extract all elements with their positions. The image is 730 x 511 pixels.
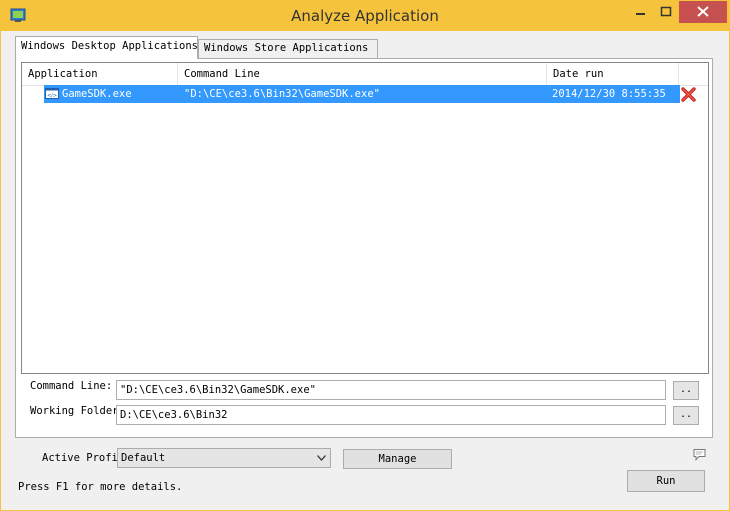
minimize-button[interactable] bbox=[627, 1, 653, 23]
minimize-icon bbox=[636, 13, 645, 15]
active-profile-select[interactable]: Default bbox=[117, 448, 331, 468]
maximize-button[interactable] bbox=[653, 1, 679, 23]
window-title: Analyze Application bbox=[291, 7, 439, 25]
tab-windows-store-applications[interactable]: Windows Store Applications bbox=[198, 39, 378, 58]
status-text: Press F1 for more details. bbox=[18, 481, 183, 493]
command-line-label: Command Line: bbox=[30, 380, 113, 392]
working-folder-field[interactable]: D:\CE\ce3.6\Bin32 bbox=[116, 405, 666, 425]
column-header-command-line[interactable]: Command Line bbox=[178, 63, 547, 85]
command-line-field[interactable]: "D:\CE\ce3.6\Bin32\GameSDK.exe" bbox=[116, 380, 666, 400]
column-header-actions bbox=[679, 63, 708, 85]
cell-command-line: "D:\CE\ce3.6\Bin32\GameSDK.exe" bbox=[184, 88, 380, 100]
exe-icon: </> bbox=[45, 88, 59, 99]
table-row[interactable]: </> GameSDK.exe "D:\CE\ce3.6\Bin32\GameS… bbox=[44, 85, 680, 103]
browse-working-folder-button[interactable]: .. bbox=[673, 406, 699, 425]
manage-button[interactable]: Manage bbox=[343, 449, 452, 469]
dropdown-arrow-icon bbox=[317, 455, 326, 461]
application-list[interactable]: Application Command Line Date run </> Ga… bbox=[21, 62, 709, 374]
column-header-date-run[interactable]: Date run bbox=[547, 63, 679, 85]
column-header-application[interactable]: Application bbox=[22, 63, 178, 85]
tab-windows-desktop-applications[interactable]: Windows Desktop Applications bbox=[15, 36, 198, 59]
run-button[interactable]: Run bbox=[627, 470, 705, 492]
list-header: Application Command Line Date run bbox=[22, 63, 708, 86]
comment-icon[interactable] bbox=[693, 448, 706, 461]
title-bar[interactable]: Analyze Application bbox=[1, 1, 729, 31]
close-button[interactable] bbox=[679, 1, 727, 23]
delete-icon[interactable] bbox=[680, 86, 697, 103]
active-profile-label: Active Profil bbox=[42, 452, 117, 464]
active-profile-value: Default bbox=[121, 452, 166, 464]
cell-date-run: 2014/12/30 8:55:35 bbox=[552, 88, 666, 100]
svg-text:</>: </> bbox=[47, 93, 57, 99]
working-folder-label: Working Folder bbox=[30, 405, 119, 417]
cell-application: GameSDK.exe bbox=[62, 88, 132, 100]
maximize-icon bbox=[660, 6, 672, 17]
browse-command-line-button[interactable]: .. bbox=[673, 381, 699, 400]
close-icon bbox=[697, 6, 709, 17]
